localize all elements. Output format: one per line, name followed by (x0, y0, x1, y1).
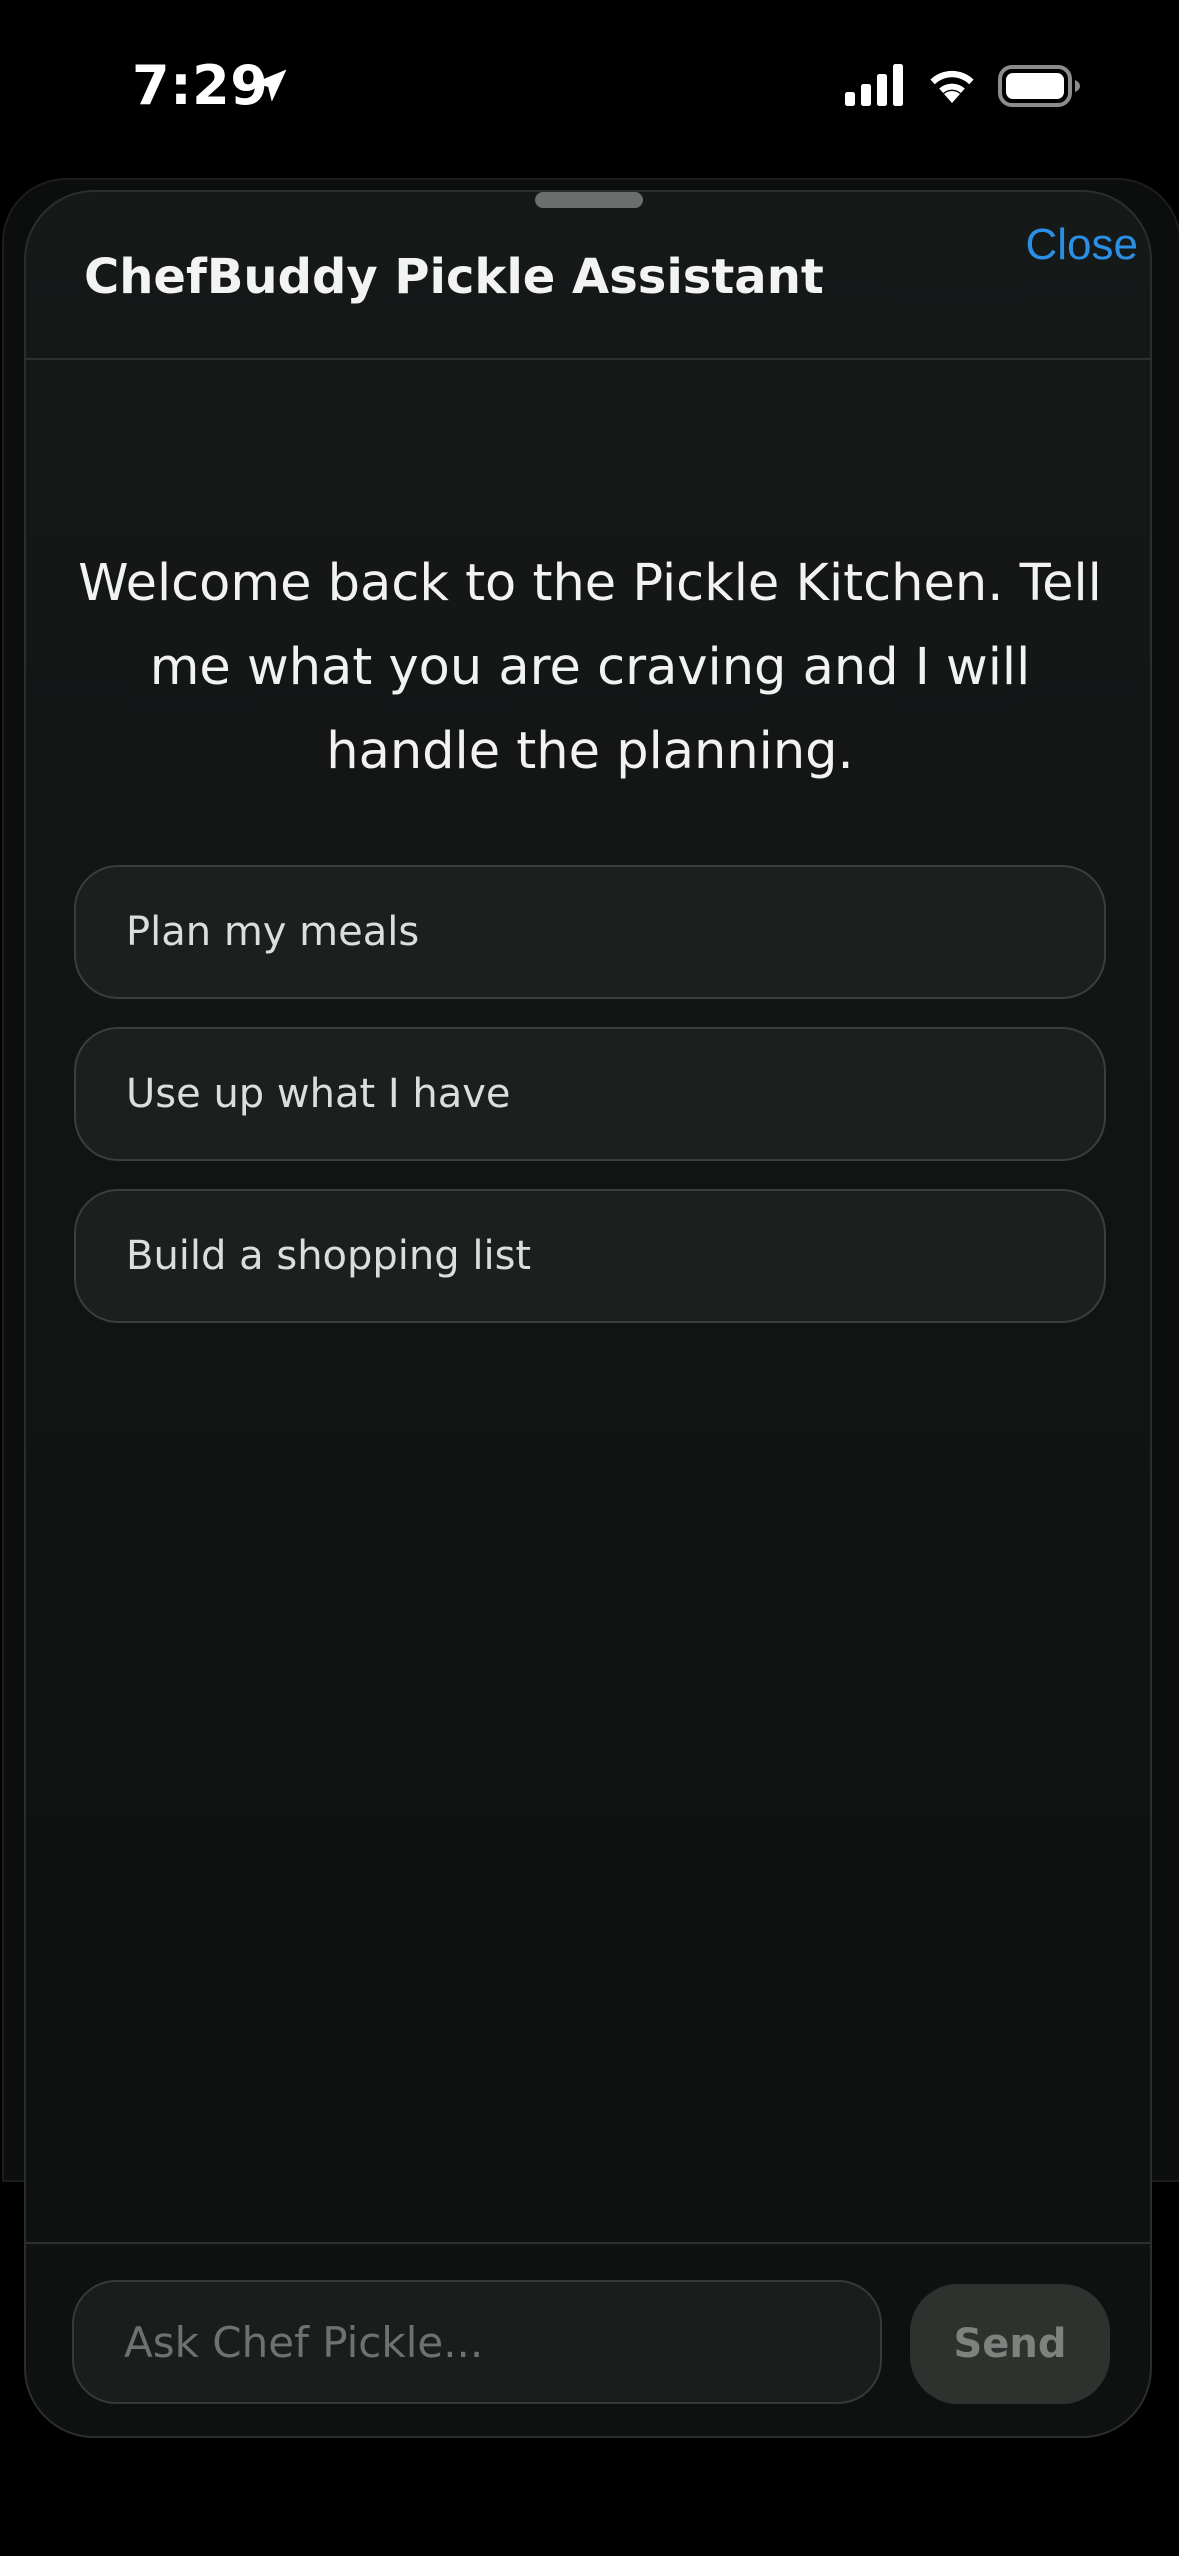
suggestion-plan-my-meals[interactable]: Plan my meals (74, 865, 1106, 999)
close-button[interactable]: Close (1026, 216, 1139, 274)
sheet-header: ChefBuddy Pickle Assistant Close (26, 192, 1150, 360)
suggestion-use-up-what-i-have[interactable]: Use up what I have (74, 1027, 1106, 1161)
sheet-title: ChefBuddy Pickle Assistant (84, 249, 824, 305)
screen: 7:29 ChefBuddy Pickle Assistant Close We… (0, 0, 1179, 2556)
send-button[interactable]: Send (910, 2284, 1110, 2404)
suggestion-build-shopping-list[interactable]: Build a shopping list (74, 1189, 1106, 1323)
battery-icon (998, 65, 1080, 107)
assistant-sheet: ChefBuddy Pickle Assistant Close Welcome… (24, 190, 1152, 2438)
ask-input[interactable] (72, 2280, 882, 2404)
welcome-message: Welcome back to the Pickle Kitchen. Tell… (78, 554, 1102, 781)
cellular-signal-icon (845, 64, 903, 106)
wifi-icon (930, 70, 974, 103)
message-composer: Send (26, 2242, 1150, 2436)
location-arrow-icon (253, 69, 287, 102)
suggestion-list: Plan my meals Use up what I have Build a… (74, 865, 1106, 1351)
status-bar: 7:29 (0, 0, 1179, 175)
